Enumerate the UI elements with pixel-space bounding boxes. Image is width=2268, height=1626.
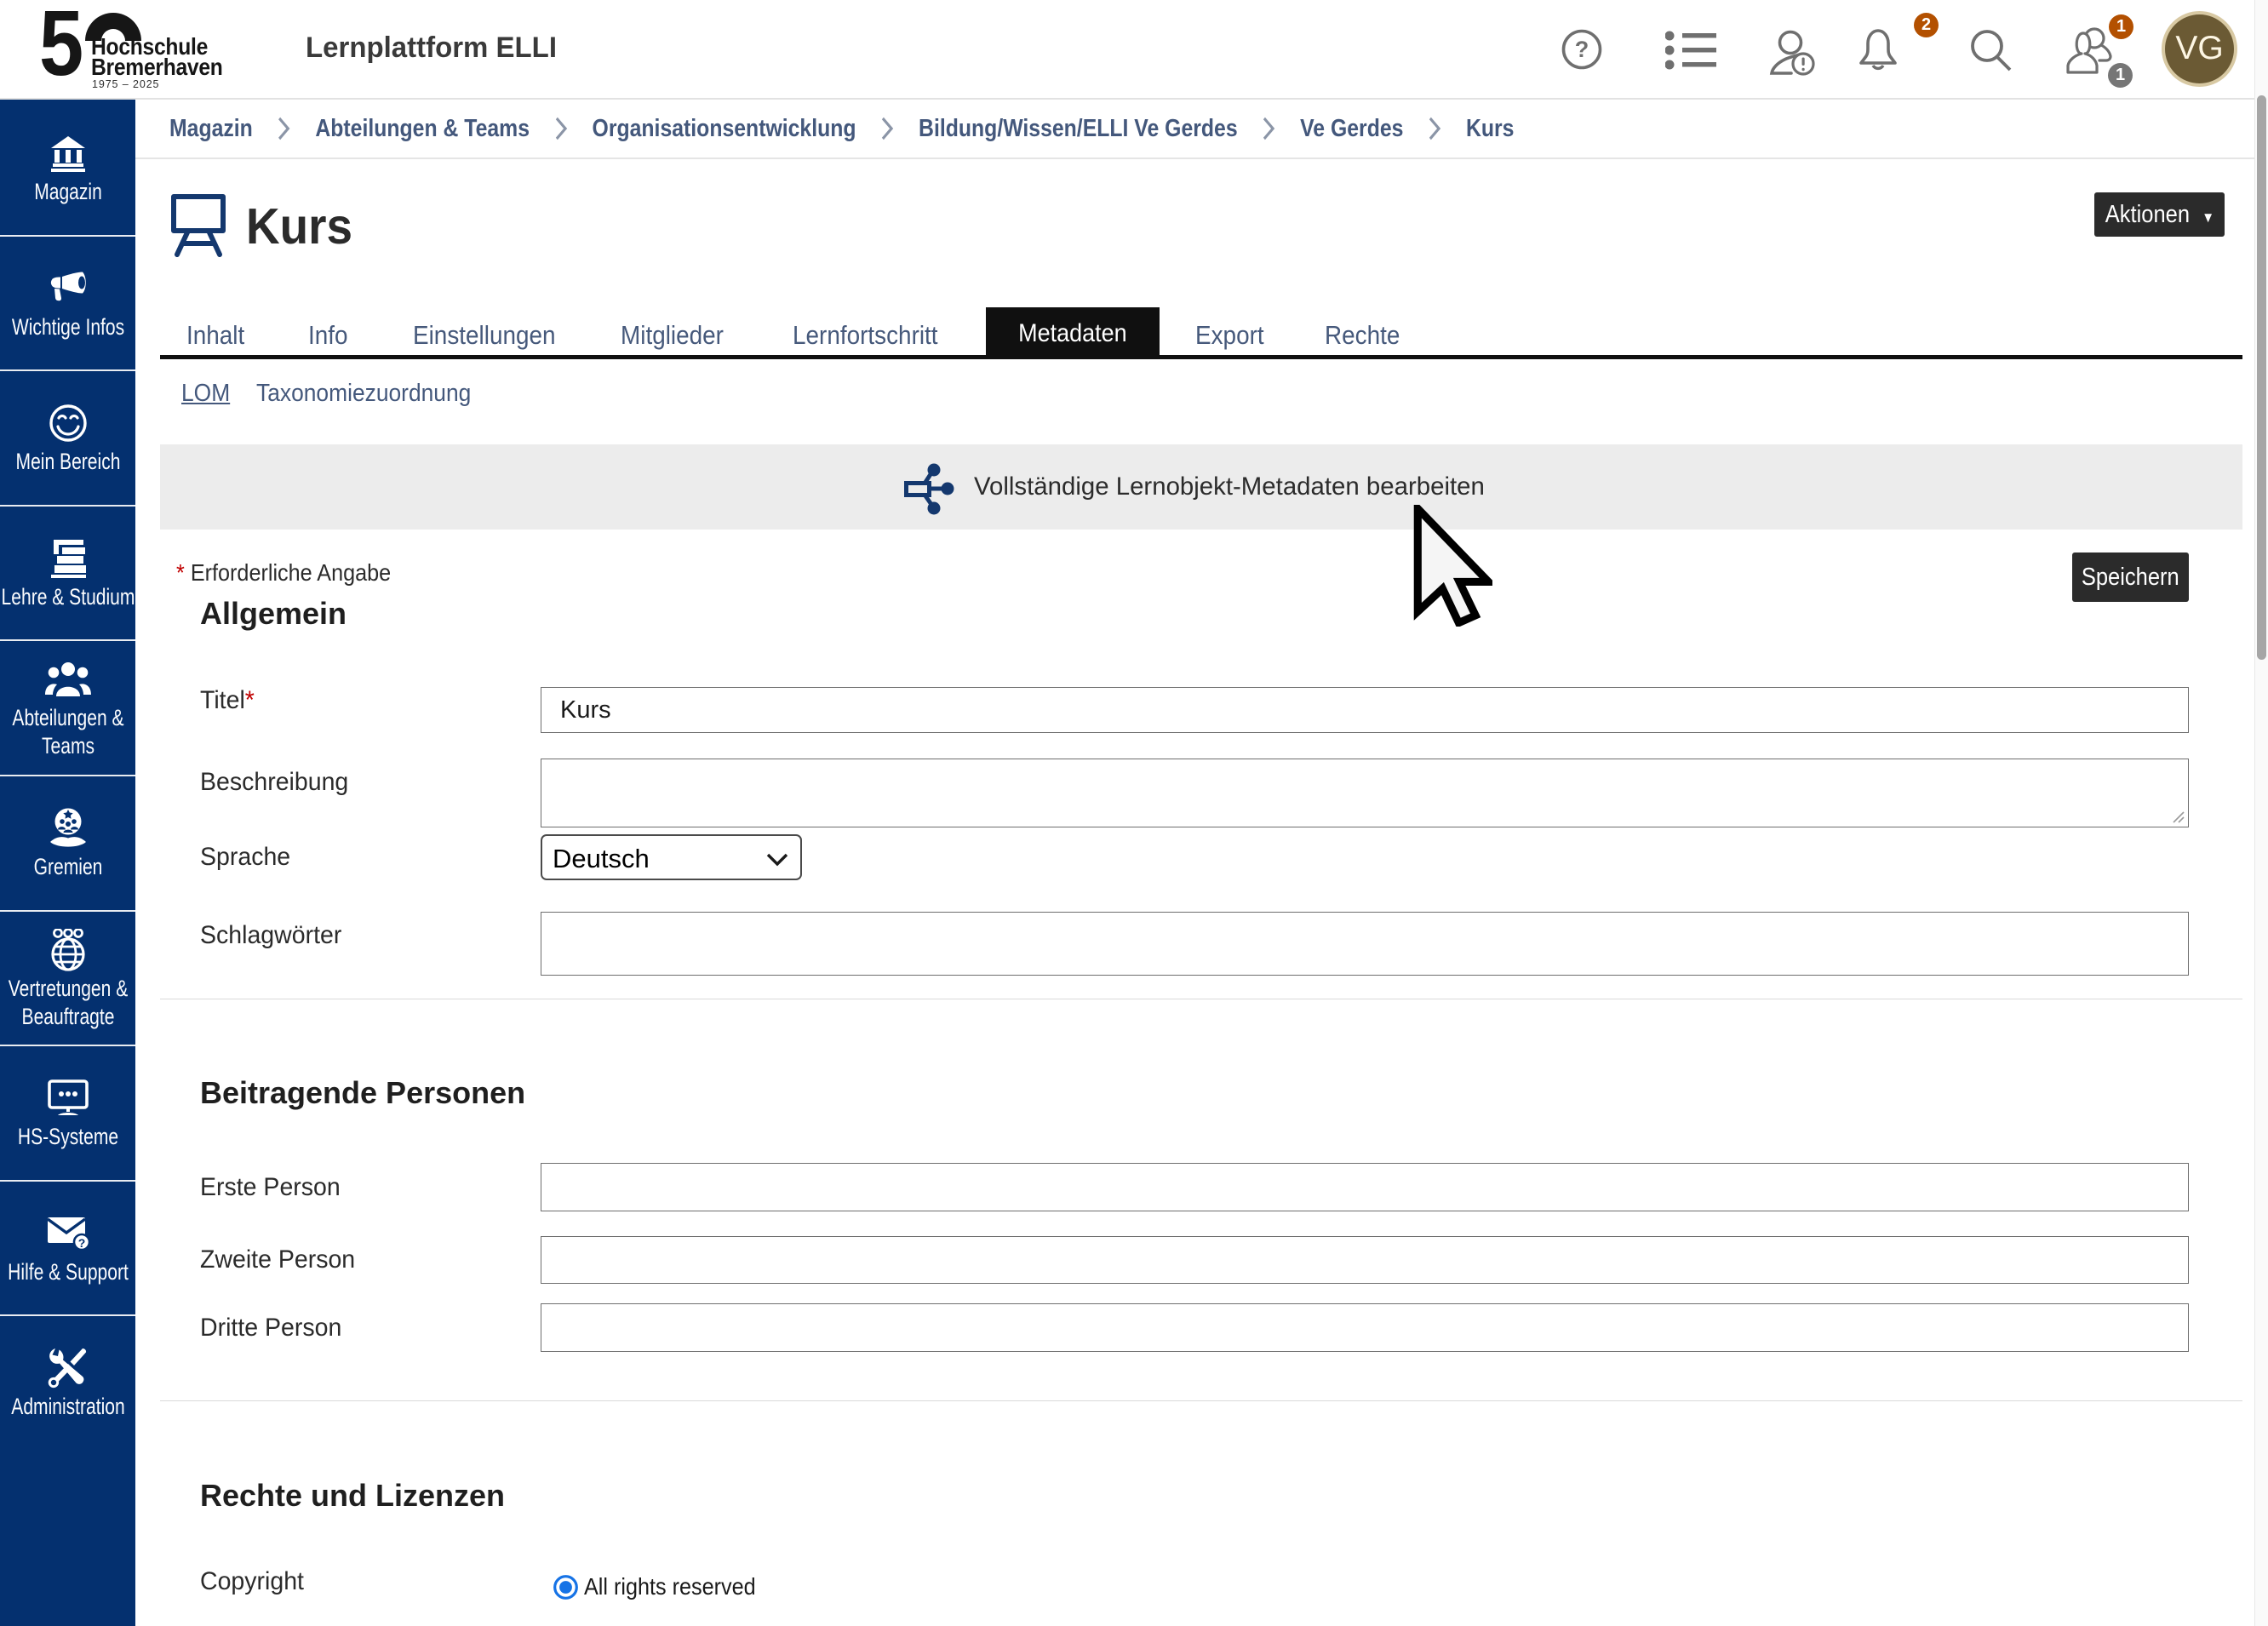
- svg-text:?: ?: [77, 1236, 85, 1250]
- svg-text:?: ?: [1575, 37, 1589, 62]
